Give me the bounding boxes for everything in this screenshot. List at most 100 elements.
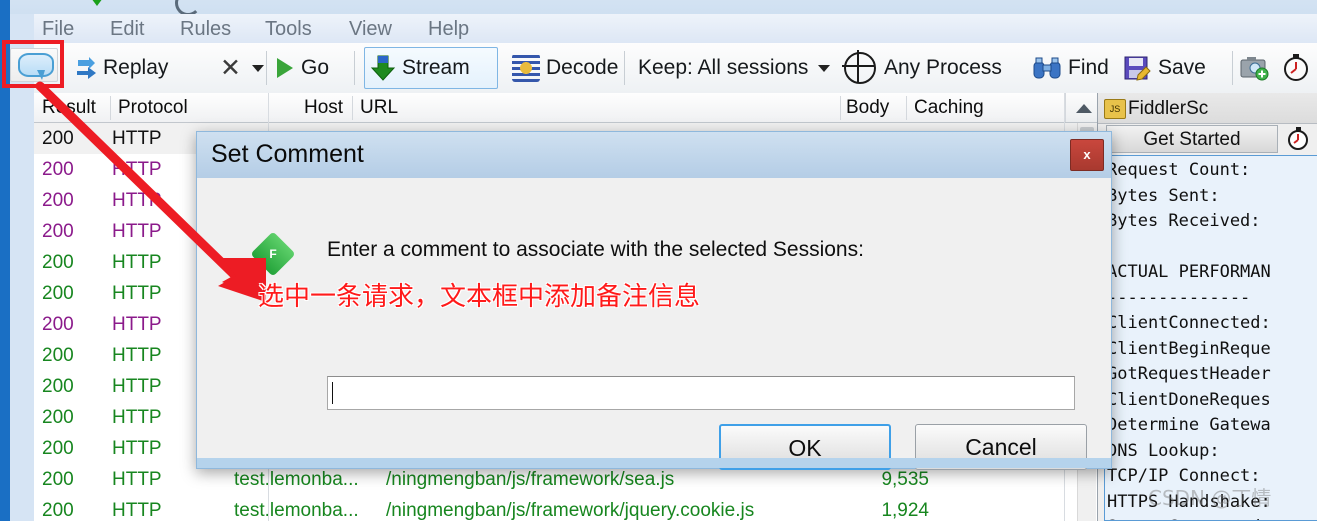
replay-button[interactable]: Replay [74, 43, 168, 93]
stat-line: DNS Lookup: [1107, 440, 1220, 461]
watermark-text: CSDN @丁情 [1148, 486, 1272, 510]
decode-button[interactable]: Decode [512, 43, 618, 93]
cell-result: 200 [42, 376, 74, 397]
header-separator [840, 96, 841, 120]
header-separator [906, 96, 907, 120]
cell-result: 200 [42, 469, 74, 490]
menu-item-help[interactable]: Help [428, 16, 469, 42]
fiddler-icon-letter: F [269, 247, 277, 261]
stream-button[interactable]: Stream [370, 43, 470, 93]
toolbar: Replay ✕ Go Stream Decode Keep: All sess… [34, 43, 1317, 94]
annotation-text: 选中一条请求，文本框中添加备注信息 [258, 282, 701, 312]
column-header-host[interactable]: Host [304, 93, 343, 122]
stream-label: Stream [402, 56, 470, 79]
window-title-strip [0, 0, 1317, 14]
close-icon[interactable]: x [1070, 139, 1104, 171]
binoculars-icon [1032, 56, 1062, 80]
inspector-tabstrip: JS FiddlerSc [1098, 93, 1317, 124]
cell-result: 200 [42, 407, 74, 428]
any-process-label: Any Process [884, 56, 1002, 79]
stat-line: Request Count: [1107, 160, 1251, 180]
chevron-down-icon [818, 64, 831, 72]
cell-result: 200 [42, 190, 74, 211]
cell-result: 200 [42, 438, 74, 459]
find-button[interactable]: Find [1032, 43, 1109, 93]
cell-protocol: HTTP [112, 128, 162, 149]
menu-item-tools[interactable]: Tools [265, 16, 312, 42]
cell-protocol: HTTP [112, 283, 162, 304]
cell-result: 200 [42, 159, 74, 180]
cell-protocol: HTTP [112, 500, 162, 521]
crosshair-icon [842, 50, 876, 84]
any-process-button[interactable]: Any Process [842, 43, 1002, 93]
go-button[interactable]: Go [277, 43, 329, 93]
decode-icon [512, 54, 540, 82]
fiddlerscript-js-icon: JS [1104, 99, 1126, 119]
dialog-prompt-text: Enter a comment to associate with the se… [327, 238, 864, 261]
stopwatch-icon [1282, 54, 1310, 82]
down-arrow-icon [370, 54, 396, 82]
column-header-protocol[interactable]: Protocol [118, 93, 188, 122]
close-x-icon: ✕ [220, 54, 241, 82]
cell-result: 200 [42, 252, 74, 273]
inspector-panel: JS FiddlerSc Get Started Request Count: … [1097, 93, 1317, 521]
stat-line: Bytes Received: [1107, 211, 1261, 231]
go-label: Go [301, 56, 330, 79]
cell-protocol: HTTP [112, 314, 162, 335]
replay-label: Replay [103, 56, 169, 79]
text-caret [332, 382, 333, 404]
cell-protocol: HTTP [112, 252, 162, 273]
statistics-clock-icon[interactable] [1286, 127, 1310, 151]
toolbar-separator [1232, 51, 1233, 85]
menu-item-rules[interactable]: Rules [180, 16, 231, 42]
tab-get-started[interactable]: Get Started [1106, 125, 1278, 153]
cell-protocol: HTTP [112, 345, 162, 366]
cell-protocol: HTTP [112, 376, 162, 397]
stat-line: ClientConnected: [1107, 313, 1271, 333]
clear-sessions-button[interactable]: ✕ [220, 43, 241, 93]
decode-label: Decode [546, 56, 619, 79]
stat-line: Bytes Sent: [1107, 185, 1220, 206]
timeline-button[interactable] [1282, 43, 1310, 93]
cell-result: 200 [42, 128, 74, 149]
cell-url: /ningmengban/js/framework/jquery.cookie.… [386, 500, 755, 521]
play-icon [277, 58, 293, 78]
cell-body: 1,924 [881, 500, 929, 521]
stat-line: ACTUAL PERFORMAN [1107, 262, 1271, 282]
header-separator [352, 96, 353, 120]
capture-screenshot-button[interactable] [1240, 43, 1270, 93]
menu-item-file[interactable]: File [42, 16, 74, 42]
header-separator [110, 96, 111, 120]
cell-result: 200 [42, 314, 74, 335]
stat-line: GotRequestHeader [1107, 364, 1271, 384]
column-header-body[interactable]: Body [846, 93, 889, 122]
column-header-url[interactable]: URL [360, 93, 398, 122]
column-header-result[interactable]: Result [42, 93, 96, 122]
table-row[interactable]: 200 HTTP test.lemonba... /ningmengban/js… [34, 495, 1110, 521]
left-gutter [10, 14, 34, 521]
save-button[interactable]: Save [1124, 43, 1206, 93]
column-header-caching[interactable]: Caching [914, 93, 984, 122]
toolbar-separator [266, 51, 267, 85]
dialog-body: F Enter a comment to associate with the … [201, 178, 1107, 470]
green-triangle-icon [88, 0, 106, 6]
comment-input[interactable] [327, 376, 1075, 410]
clear-sessions-dropdown[interactable] [252, 43, 264, 93]
sort-ascending-icon[interactable] [1076, 104, 1092, 113]
cell-protocol: HTTP [112, 469, 162, 490]
stat-line: Determine Gatewa [1107, 415, 1271, 435]
highlight-box-comment-button [2, 40, 64, 88]
keep-label: Keep: All sessions [638, 56, 809, 79]
menu-item-view[interactable]: View [349, 16, 392, 42]
toolbar-separator [624, 51, 625, 85]
statistics-text[interactable]: Request Count: Bytes Sent: Bytes Receive… [1104, 155, 1317, 521]
menu-item-edit[interactable]: Edit [110, 16, 144, 42]
keep-sessions-dropdown[interactable]: Keep: All sessions [638, 43, 831, 93]
replay-icon [74, 55, 100, 81]
save-label: Save [1158, 56, 1206, 79]
cell-protocol: HTTP [112, 159, 162, 180]
cell-protocol: HTTP [112, 438, 162, 459]
fiddler-window: File Edit Rules Tools View Help Replay ✕ [0, 0, 1317, 521]
session-list-header: Result Protocol Host URL Body Caching [34, 93, 1110, 123]
cell-result: 200 [42, 221, 74, 242]
